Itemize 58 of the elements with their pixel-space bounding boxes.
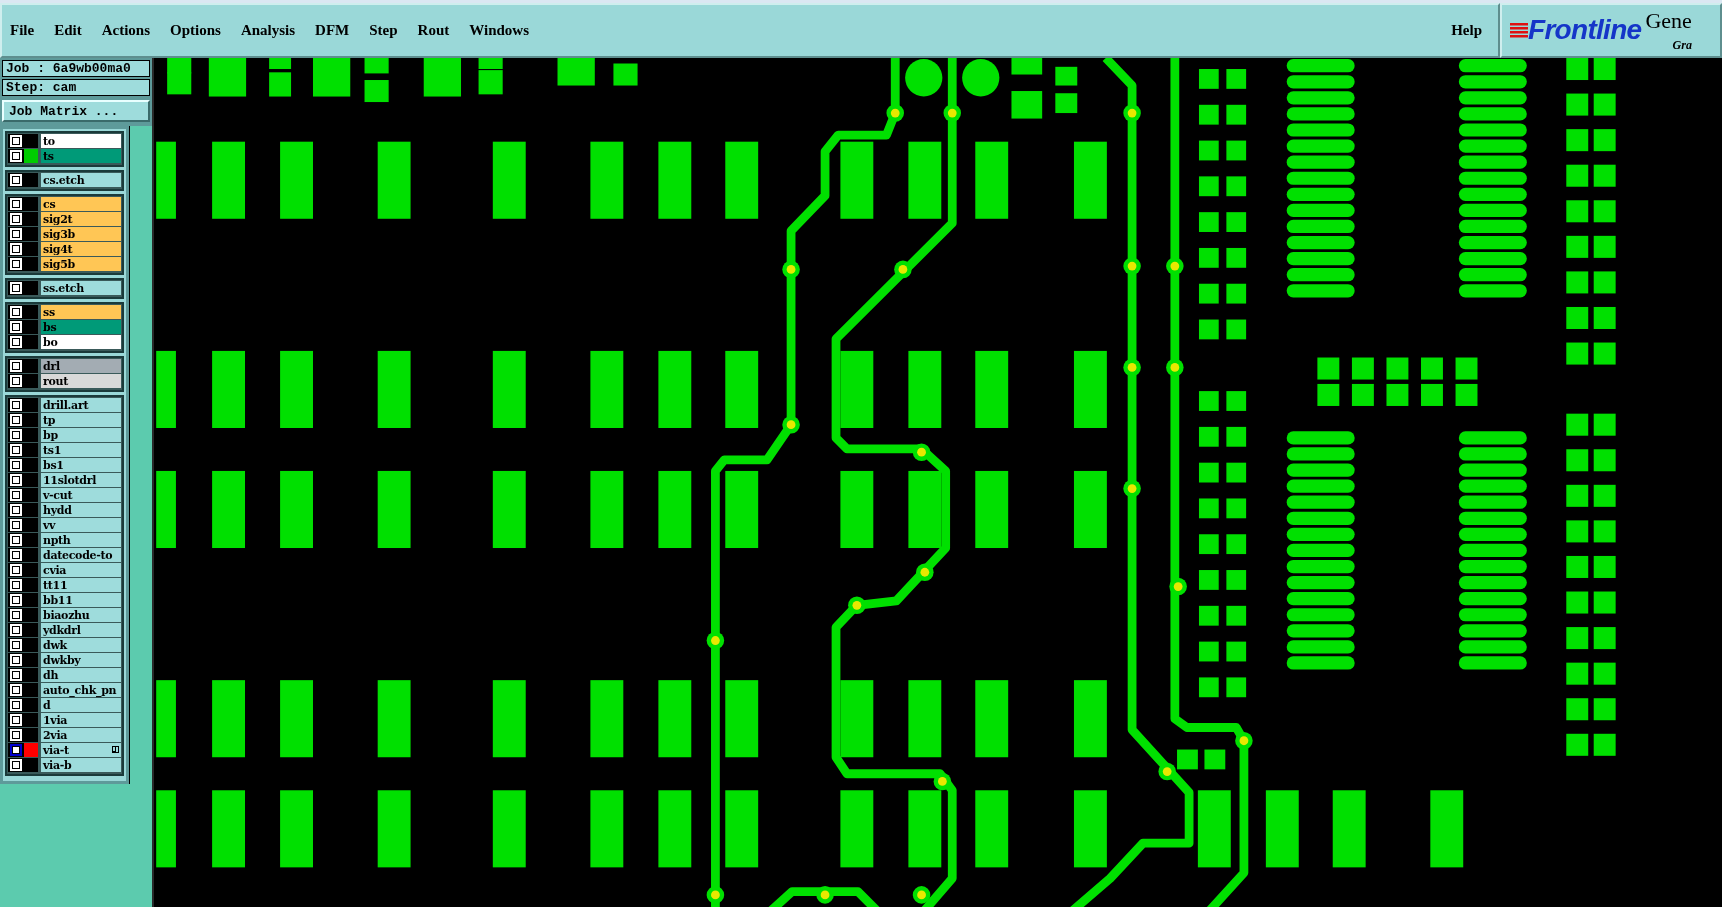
layer-name[interactable]: tp [41, 413, 121, 427]
layer-name[interactable]: sig2t [41, 212, 121, 226]
layer-name[interactable]: tt11 [41, 578, 121, 592]
layer-name[interactable]: dh [41, 668, 121, 682]
help-menu[interactable]: Help [1451, 19, 1482, 42]
layer-name[interactable]: bb11 [41, 593, 121, 607]
layer-name[interactable]: drl [41, 359, 121, 373]
product-subtitle: Gra [1671, 37, 1692, 54]
layer-name[interactable]: cs [41, 197, 121, 211]
layer-name[interactable]: sig4t [41, 242, 121, 256]
menu-item[interactable]: Options [170, 19, 221, 42]
menu-item[interactable]: Step [369, 19, 398, 42]
layer-name[interactable]: ss [41, 305, 121, 319]
layer-name[interactable]: bo [41, 335, 121, 349]
step-name: Step: cam [2, 79, 150, 96]
layer-name[interactable]: d [41, 698, 121, 712]
menu-item[interactable]: Analysis [240, 19, 296, 42]
layer-name[interactable]: datecode-to [41, 548, 121, 562]
brand-logo: Frontline [1528, 16, 1642, 44]
layer-name[interactable]: bp [41, 428, 121, 442]
layer-name[interactable]: ydkdrl [41, 623, 121, 637]
layer-name[interactable]: hydd [41, 503, 121, 517]
layer-name[interactable]: 2via [41, 728, 121, 742]
layer-name[interactable]: sig3b [41, 227, 121, 241]
product-name: Gene [1645, 10, 1692, 32]
menu-item[interactable]: DFM [315, 19, 350, 42]
menu-item[interactable]: Windows [469, 19, 529, 42]
layer-name[interactable]: ss.etch [41, 281, 121, 295]
layer-name[interactable]: 11slotdrl [41, 473, 121, 487]
layer-name[interactable]: auto_chk_pn [41, 683, 121, 697]
layer-name[interactable]: dwk [41, 638, 121, 652]
layer-name[interactable]: ts [41, 149, 121, 163]
layer-name[interactable]: via-t [41, 743, 121, 757]
layer-name[interactable]: biaozhu [41, 608, 121, 622]
layer-name[interactable]: vv [41, 518, 121, 532]
job-matrix-button[interactable]: Job Matrix ... [2, 100, 150, 122]
work-layer-icon [112, 746, 119, 753]
layer-name[interactable]: cvia [41, 563, 121, 577]
layer-name[interactable]: sig5b [41, 257, 121, 271]
layer-name[interactable]: to [41, 134, 121, 148]
menu-item[interactable]: Actions [101, 19, 150, 42]
layer-name[interactable]: bs1 [41, 458, 121, 472]
layer-name[interactable]: 1via [41, 713, 121, 727]
layer-name[interactable]: bs [41, 320, 121, 334]
layer-name[interactable]: via-b [41, 758, 121, 772]
layer-name[interactable]: dwkby [41, 653, 121, 667]
layer-name[interactable]: npth [41, 533, 121, 547]
menu-item[interactable]: Edit [54, 19, 82, 42]
job-name: Job : 6a9wb00ma0 [2, 60, 150, 77]
menu-item[interactable]: Rout [417, 19, 450, 42]
layer-name[interactable]: rout [41, 374, 121, 388]
layer-name[interactable]: ts1 [41, 443, 121, 457]
square-frame-icon[interactable] [10, 744, 22, 756]
menu-item[interactable]: File [10, 19, 35, 42]
layer-name[interactable]: v-cut [41, 488, 121, 502]
layer-name[interactable]: drill.art [41, 398, 121, 412]
layer-name[interactable]: cs.etch [41, 173, 121, 187]
speed-lines-icon [1508, 21, 1528, 39]
